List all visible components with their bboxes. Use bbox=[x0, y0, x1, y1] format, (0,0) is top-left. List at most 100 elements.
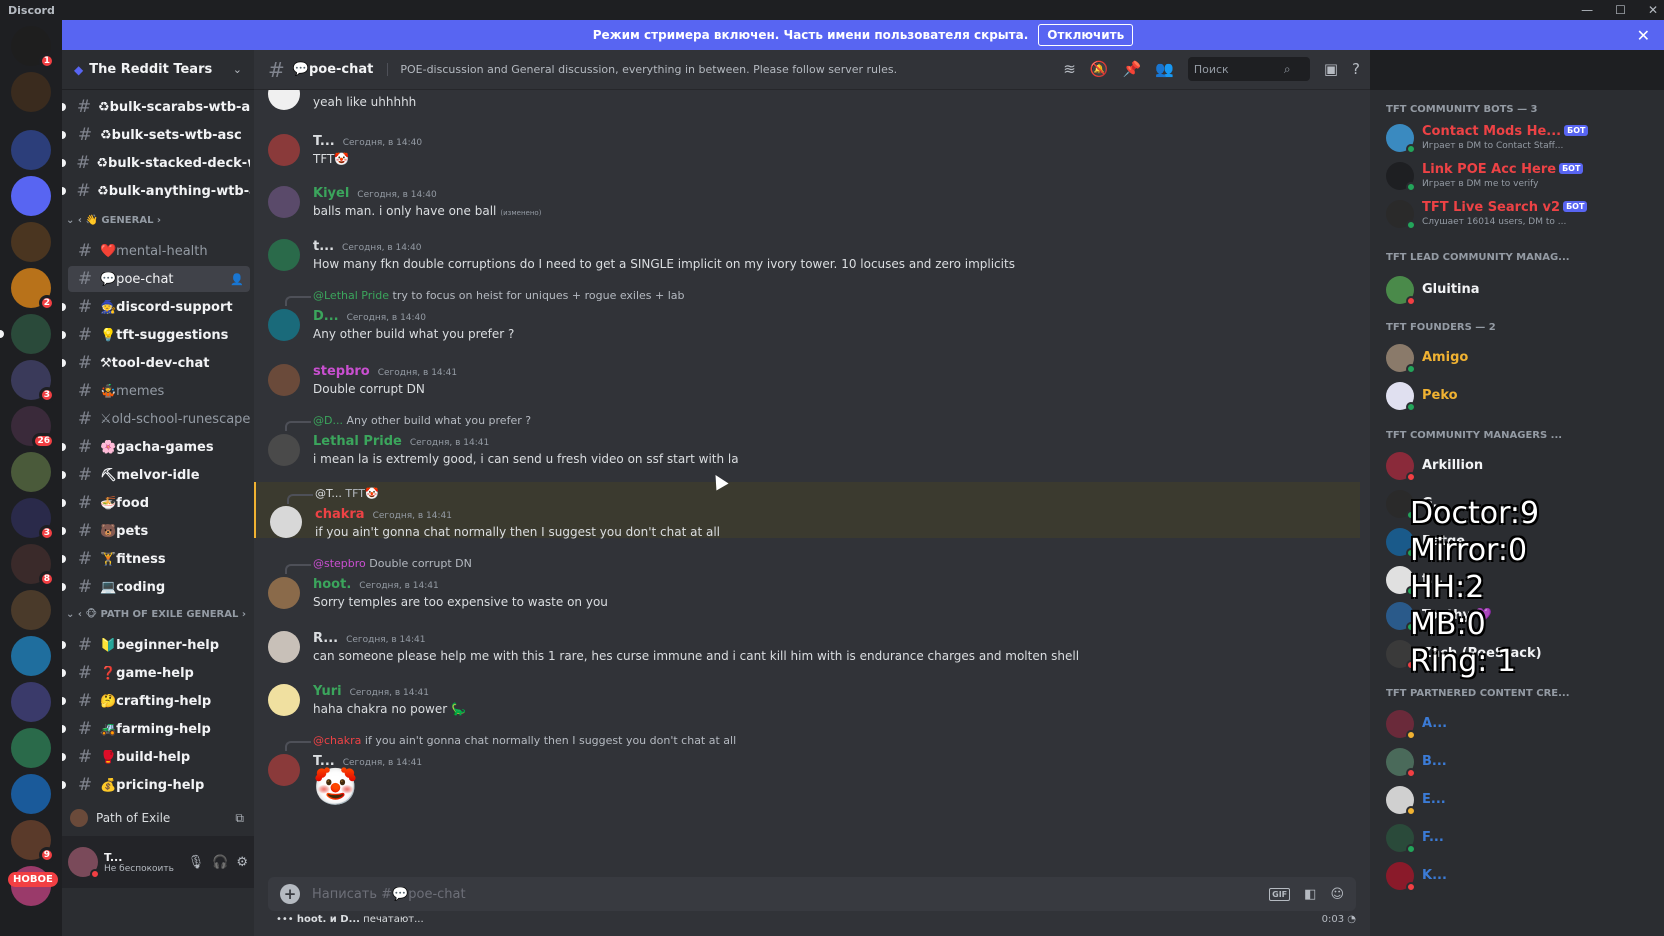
inbox-icon[interactable]: ▣ bbox=[1324, 60, 1338, 78]
avatar[interactable] bbox=[270, 506, 302, 538]
help-icon[interactable]: ? bbox=[1352, 60, 1360, 78]
avatar[interactable] bbox=[268, 239, 300, 271]
member-list-icon[interactable]: 👥 bbox=[1155, 60, 1174, 78]
close-icon[interactable]: ✕ bbox=[1648, 3, 1658, 17]
pin-icon[interactable]: 📌 bbox=[1122, 60, 1141, 78]
notification-mute-icon[interactable]: 🔕 bbox=[1090, 60, 1109, 78]
search-box[interactable]: ⌕ bbox=[1187, 57, 1310, 81]
author-name[interactable]: chakra bbox=[315, 507, 365, 522]
reply-user[interactable]: @Lethal Pride bbox=[313, 289, 389, 302]
author-name[interactable]: hoot. bbox=[313, 577, 351, 592]
server-icon[interactable] bbox=[11, 130, 51, 170]
message-author[interactable]: Yuri Сегодня, в 14:41 bbox=[313, 684, 429, 699]
server-icon[interactable] bbox=[11, 176, 51, 216]
member-item[interactable]: TFT Live Search v2 БОТ Слушает 16014 users… bbox=[1386, 198, 1656, 234]
avatar[interactable] bbox=[268, 631, 300, 663]
server-icon[interactable]: 2 bbox=[11, 268, 55, 311]
channel-topic[interactable]: POE-discussion and General discussion, e… bbox=[387, 63, 897, 76]
author-name[interactable]: T... bbox=[313, 134, 335, 149]
avatar[interactable] bbox=[268, 364, 300, 396]
member-item[interactable]: Contact Mods He... БОТ Играет в DM to Cont… bbox=[1386, 122, 1656, 158]
disable-streamer-mode-button[interactable]: Отключить bbox=[1038, 24, 1134, 46]
threads-icon[interactable]: ≋ bbox=[1063, 60, 1076, 78]
message-author[interactable]: T... Сегодня, в 14:40 bbox=[313, 134, 422, 149]
member-item[interactable]: F... bbox=[1386, 822, 1656, 858]
add-member-icon[interactable]: 👤 bbox=[230, 273, 244, 286]
channel-item[interactable]: # ⛏melvor-idle bbox=[62, 462, 250, 488]
author-name[interactable]: D... bbox=[313, 309, 339, 324]
microphone-icon[interactable]: 🎙 bbox=[188, 855, 205, 870]
emoji-icon[interactable]: ☺ bbox=[1330, 887, 1344, 902]
member-item[interactable]: Gluitina bbox=[1386, 274, 1656, 310]
author-name[interactable]: stepbro bbox=[313, 364, 370, 379]
server-icon[interactable]: 26 bbox=[11, 406, 55, 449]
author-name[interactable]: Kiyel bbox=[313, 186, 349, 201]
reply-user[interactable]: @D... bbox=[313, 414, 343, 427]
channel-item[interactable]: # ⚒tool-dev-chat bbox=[62, 350, 250, 376]
message-author[interactable]: Lethal Pride Сегодня, в 14:41 bbox=[313, 434, 489, 449]
avatar[interactable] bbox=[268, 134, 300, 166]
author-name[interactable]: R... bbox=[313, 631, 338, 646]
member-item[interactable]: K... bbox=[1386, 860, 1656, 896]
avatar[interactable] bbox=[268, 684, 300, 716]
sticker-icon[interactable]: ◧ bbox=[1304, 887, 1316, 902]
channel-item[interactable]: # ♻bulk-sets-wtb-asc bbox=[62, 122, 250, 148]
reply-user[interactable]: @stepbro bbox=[313, 557, 366, 570]
channel-item[interactable]: # ♻bulk-stacked-deck-wt... bbox=[62, 150, 250, 176]
gear-icon[interactable]: ⚙ bbox=[236, 855, 248, 870]
category-header[interactable]: ⌄ ‹ 🐵 PATH OF EXILE GENERAL › bbox=[66, 606, 246, 622]
channel-item[interactable]: # ♻bulk-anything-wtb-asc bbox=[62, 178, 250, 204]
channel-item[interactable]: # 🐻pets bbox=[62, 518, 250, 544]
avatar[interactable] bbox=[68, 847, 100, 879]
server-icon[interactable] bbox=[11, 728, 51, 768]
reply-preview[interactable]: @chakra if you ain't gonna chat normally… bbox=[284, 734, 736, 751]
author-name[interactable]: Lethal Pride bbox=[313, 434, 402, 449]
reply-user[interactable]: @T... bbox=[315, 487, 342, 500]
member-item[interactable]: Arkillion bbox=[1386, 450, 1656, 486]
message-author[interactable]: R... Сегодня, в 14:41 bbox=[313, 631, 425, 646]
avatar[interactable] bbox=[268, 754, 300, 786]
message-input[interactable] bbox=[312, 886, 1256, 902]
server-icon[interactable] bbox=[0, 314, 51, 354]
reply-user[interactable]: @chakra bbox=[313, 734, 361, 747]
channel-item[interactable]: # 🍜food bbox=[62, 490, 250, 516]
category-header[interactable]: ⌄ ‹ 👋 GENERAL › bbox=[66, 212, 161, 228]
server-icon[interactable] bbox=[11, 636, 51, 676]
channel-item[interactable]: # ♻bulk-scarabs-wtb-asc bbox=[62, 94, 250, 120]
avatar[interactable] bbox=[268, 577, 300, 609]
voice-status-bar[interactable]: Path of Exile ⧉ bbox=[62, 804, 254, 832]
member-item[interactable]: B... bbox=[1386, 746, 1656, 782]
banner-close-icon[interactable]: ✕ bbox=[1637, 26, 1650, 45]
channel-item[interactable]: # ❓game-help bbox=[62, 660, 250, 686]
channel-item[interactable]: # 🚜farming-help bbox=[62, 716, 250, 742]
message-author[interactable]: chakra Сегодня, в 14:41 bbox=[315, 507, 452, 522]
minimize-icon[interactable]: — bbox=[1581, 3, 1593, 17]
avatar[interactable] bbox=[268, 186, 300, 218]
chevron-down-icon[interactable]: ⌄ bbox=[233, 63, 242, 76]
server-icon[interactable] bbox=[11, 590, 51, 630]
member-item[interactable]: Peko bbox=[1386, 380, 1656, 416]
channel-item[interactable]: # 🤹memes bbox=[68, 378, 250, 404]
gif-icon[interactable]: GIF bbox=[1269, 887, 1291, 901]
server-icon[interactable] bbox=[11, 72, 51, 112]
channel-item[interactable]: # 🧙discord-support bbox=[62, 294, 250, 320]
message-author[interactable]: D... Сегодня, в 14:40 bbox=[313, 309, 426, 324]
reply-preview[interactable]: @Lethal Pride try to focus on heist for … bbox=[285, 289, 685, 306]
channel-item[interactable]: # 🤔crafting-help bbox=[62, 688, 250, 714]
member-item[interactable]: Link POE Acc Here БОТ Играет в DM me to ve… bbox=[1386, 160, 1656, 196]
server-icon[interactable] bbox=[11, 222, 51, 262]
channel-item[interactable]: # 🥊build-help bbox=[62, 744, 250, 770]
search-input[interactable] bbox=[1193, 62, 1284, 76]
channel-item[interactable]: # 💬poe-chat 👤 bbox=[68, 266, 250, 292]
screen-share-icon[interactable]: ⧉ bbox=[235, 811, 244, 826]
message-author[interactable]: hoot. Сегодня, в 14:41 bbox=[313, 577, 439, 592]
channel-item[interactable]: # 🏋fitness bbox=[62, 546, 250, 572]
avatar[interactable] bbox=[268, 434, 300, 466]
reply-preview[interactable]: @D... Any other build what you prefer ? bbox=[284, 414, 531, 431]
server-icon[interactable]: 1 bbox=[11, 26, 55, 69]
server-icon[interactable] bbox=[11, 774, 51, 814]
channel-item[interactable]: # 🔰beginner-help bbox=[62, 632, 250, 658]
channel-item[interactable]: # ⚔old-school-runescape bbox=[68, 406, 250, 432]
channel-item[interactable]: # 💻coding bbox=[62, 574, 250, 600]
server-icon[interactable]: 3 bbox=[11, 360, 55, 403]
